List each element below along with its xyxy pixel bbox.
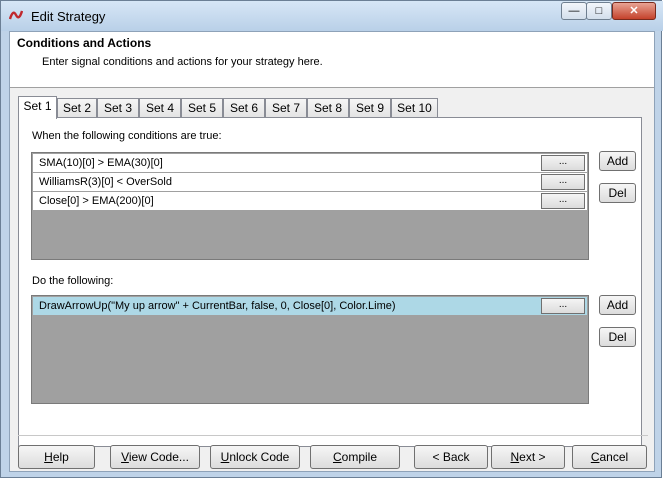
edit-condition-button[interactable]: ... [541,174,585,190]
minimize-button[interactable]: — [561,2,587,20]
cancel-button[interactable]: Cancel [572,445,647,469]
add-condition-button[interactable]: Add [599,151,636,171]
page-subtitle: Enter signal conditions and actions for … [42,56,323,68]
tab-set-7[interactable]: Set 7 [265,98,307,118]
tab-set-6[interactable]: Set 6 [223,98,265,118]
tab-set-8[interactable]: Set 8 [307,98,349,118]
window-title: Edit Strategy [31,9,106,24]
dialog-client-area: Conditions and Actions Enter signal cond… [9,31,655,472]
edit-condition-button[interactable]: ... [541,193,585,209]
condition-text: Close[0] > EMA(200)[0] [39,195,154,207]
delete-action-button[interactable]: Del [599,327,636,347]
conditions-label: When the following conditions are true: [32,130,222,142]
tab-set-9[interactable]: Set 9 [349,98,391,118]
tab-set-4[interactable]: Set 4 [139,98,181,118]
condition-row[interactable]: Close[0] > EMA(200)[0] ... [33,192,587,211]
tab-set-1[interactable]: Set 1 [18,96,57,119]
back-button[interactable]: < Back [414,445,488,469]
action-text: DrawArrowUp("My up arrow" + CurrentBar, … [39,300,396,312]
view-code-button[interactable]: View Code... [110,445,200,469]
tab-set-2[interactable]: Set 2 [57,98,97,118]
actions-label: Do the following: [32,275,114,287]
next-button[interactable]: Next > [491,445,565,469]
close-button[interactable]: ✕ [612,2,656,20]
page-title: Conditions and Actions [17,36,152,50]
title-bar[interactable]: Edit Strategy — □ ✕ [1,1,663,31]
delete-condition-button[interactable]: Del [599,183,636,203]
compile-button[interactable]: Compile [310,445,400,469]
tab-panel-set-1: When the following conditions are true: … [18,117,642,447]
actions-list: DrawArrowUp("My up arrow" + CurrentBar, … [31,295,589,404]
wizard-header: Conditions and Actions Enter signal cond… [10,32,654,88]
ninjatrader-logo-icon [9,10,23,20]
maximize-button[interactable]: □ [586,2,612,20]
tab-set-5[interactable]: Set 5 [181,98,223,118]
condition-row[interactable]: WilliamsR(3)[0] < OverSold ... [33,173,587,192]
tab-set-3[interactable]: Set 3 [97,98,139,118]
conditions-list: SMA(10)[0] > EMA(30)[0] ... WilliamsR(3)… [31,152,589,260]
edit-strategy-window: Edit Strategy — □ ✕ Conditions and Actio… [0,0,663,478]
action-row[interactable]: DrawArrowUp("My up arrow" + CurrentBar, … [33,297,587,316]
tab-set-10[interactable]: Set 10 [391,98,438,118]
help-button[interactable]: Help [18,445,95,469]
condition-text: WilliamsR(3)[0] < OverSold [39,176,172,188]
footer-separator [18,435,648,436]
unlock-code-button[interactable]: Unlock Code [210,445,300,469]
edit-action-button[interactable]: ... [541,298,585,314]
add-action-button[interactable]: Add [599,295,636,315]
edit-condition-button[interactable]: ... [541,155,585,171]
condition-row[interactable]: SMA(10)[0] > EMA(30)[0] ... [33,154,587,173]
condition-text: SMA(10)[0] > EMA(30)[0] [39,157,163,169]
